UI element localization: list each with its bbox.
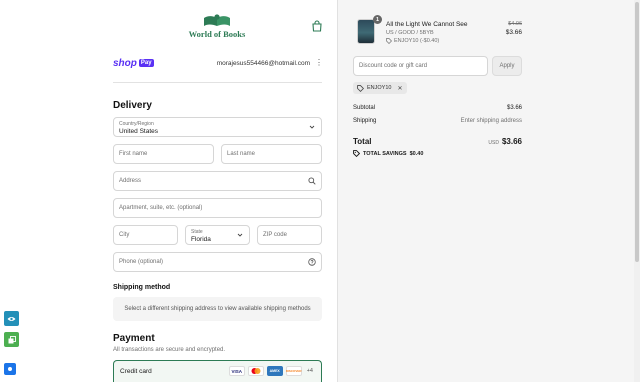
apartment-placeholder: Apartment, suite, etc. (optional) — [119, 205, 203, 211]
visa-icon: VISA — [228, 366, 245, 376]
widget-icon[interactable] — [4, 363, 16, 375]
first-name-placeholder: First name — [119, 151, 148, 157]
subtotal-value: $3.66 — [506, 105, 522, 111]
payment-heading: Payment — [113, 333, 155, 344]
chevron-down-icon — [237, 233, 243, 237]
store-logo[interactable]: World of Books — [186, 14, 248, 40]
copy-icon[interactable] — [4, 332, 19, 347]
savings-tag-icon — [353, 150, 360, 157]
open-book-icon — [204, 14, 230, 26]
credit-card-label: Credit card — [120, 368, 152, 375]
state-label: State — [191, 229, 203, 235]
item-discount-text: ENJOY10 (-$0.40) — [394, 38, 440, 44]
shop-pay-badge: Pay — [138, 59, 154, 67]
divider — [113, 82, 322, 83]
book-cover-image — [357, 19, 375, 44]
subtotal-row: Subtotal $3.66 — [353, 105, 522, 111]
shop-pay-wordmark: shop — [113, 57, 137, 69]
chevron-down-icon — [309, 125, 315, 129]
discount-code-placeholder: Discount code or gift card — [359, 63, 428, 69]
apply-button[interactable]: Apply — [492, 56, 522, 76]
shop-pay-account-row: shop Pay morajesus554466@hotmail.com ⋮ — [113, 57, 323, 69]
apartment-field[interactable]: Apartment, suite, etc. (optional) — [113, 198, 322, 218]
shopping-bag-icon[interactable] — [311, 20, 323, 32]
total-label: Total — [353, 137, 372, 146]
city-field[interactable]: City — [113, 225, 178, 245]
eye-icon[interactable] — [4, 311, 19, 326]
first-name-field[interactable]: First name — [113, 144, 214, 164]
country-label: Country/Region — [119, 121, 154, 127]
more-cards-count: +4 — [306, 368, 313, 374]
mastercard-icon — [247, 366, 264, 376]
quantity-badge: 1 — [373, 15, 382, 24]
discover-icon: DISCOVER — [285, 366, 302, 376]
shipping-label: Shipping — [353, 118, 377, 124]
applied-discount-chip: ENJOY10 ✕ — [353, 82, 407, 94]
shipping-value: Enter shipping address — [460, 118, 522, 124]
address-placeholder: Address — [119, 178, 142, 184]
total-row: Total USD $3.66 — [353, 137, 522, 146]
city-placeholder: City — [119, 232, 130, 238]
tag-icon — [386, 38, 392, 44]
amex-icon: AMEX — [266, 366, 283, 376]
credit-card-option[interactable]: Credit card VISA AMEX DISCOVER +4 — [113, 360, 322, 382]
total-value: $3.66 — [501, 137, 522, 146]
shipping-method-message: Select a different shipping address to v… — [124, 306, 311, 312]
store-name: World of Books — [188, 29, 246, 39]
applied-discount-code: ENJOY10 — [367, 85, 392, 91]
state-value: Florida — [191, 236, 211, 243]
shipping-method-heading: Shipping method — [113, 284, 171, 291]
zip-placeholder: ZIP code — [263, 232, 287, 238]
item-variant: US / GOOD / 5BYB — [386, 30, 434, 36]
state-select[interactable]: State Florida — [185, 225, 250, 245]
country-value: United States — [119, 128, 159, 135]
remove-discount-icon[interactable]: ✕ — [397, 85, 402, 92]
item-original-price: $4.06 — [508, 21, 522, 27]
total-savings: TOTAL SAVINGS $0.40 — [353, 150, 423, 157]
discount-code-input[interactable]: Discount code or gift card — [353, 56, 488, 76]
account-email: morajesus554466@hotmail.com — [216, 59, 310, 67]
item-discount: ENJOY10 (-$0.40) — [386, 38, 439, 44]
checkout-main: World of Books shop Pay morajesus554466@… — [0, 0, 337, 382]
last-name-placeholder: Last name — [227, 151, 256, 157]
country-select[interactable]: Country/Region United States — [113, 117, 322, 137]
savings-label: TOTAL SAVINGS — [363, 150, 407, 157]
shipping-row: Shipping Enter shipping address — [353, 118, 522, 124]
delivery-heading: Delivery — [113, 100, 152, 111]
item-price: $3.66 — [505, 29, 522, 36]
search-icon — [308, 177, 316, 185]
tag-icon — [357, 84, 364, 92]
subtotal-label: Subtotal — [353, 105, 376, 111]
phone-placeholder: Phone (optional) — [119, 259, 164, 265]
address-field[interactable]: Address — [113, 171, 322, 191]
item-title: All the Light We Cannot See — [386, 21, 468, 28]
shipping-method-notice: Select a different shipping address to v… — [113, 297, 322, 321]
phone-field[interactable]: Phone (optional) — [113, 252, 322, 272]
payment-subtitle: All transactions are secure and encrypte… — [113, 347, 226, 353]
currency-code: USD — [488, 140, 499, 146]
savings-value: $0.40 — [409, 150, 424, 157]
account-menu-icon[interactable]: ⋮ — [315, 59, 323, 67]
page-scrollbar[interactable] — [634, 0, 640, 382]
shop-pay-logo: shop Pay — [113, 58, 154, 69]
card-brands: VISA AMEX DISCOVER +4 — [228, 366, 313, 376]
help-icon[interactable] — [308, 258, 316, 266]
last-name-field[interactable]: Last name — [221, 144, 322, 164]
zip-field[interactable]: ZIP code — [257, 225, 322, 245]
